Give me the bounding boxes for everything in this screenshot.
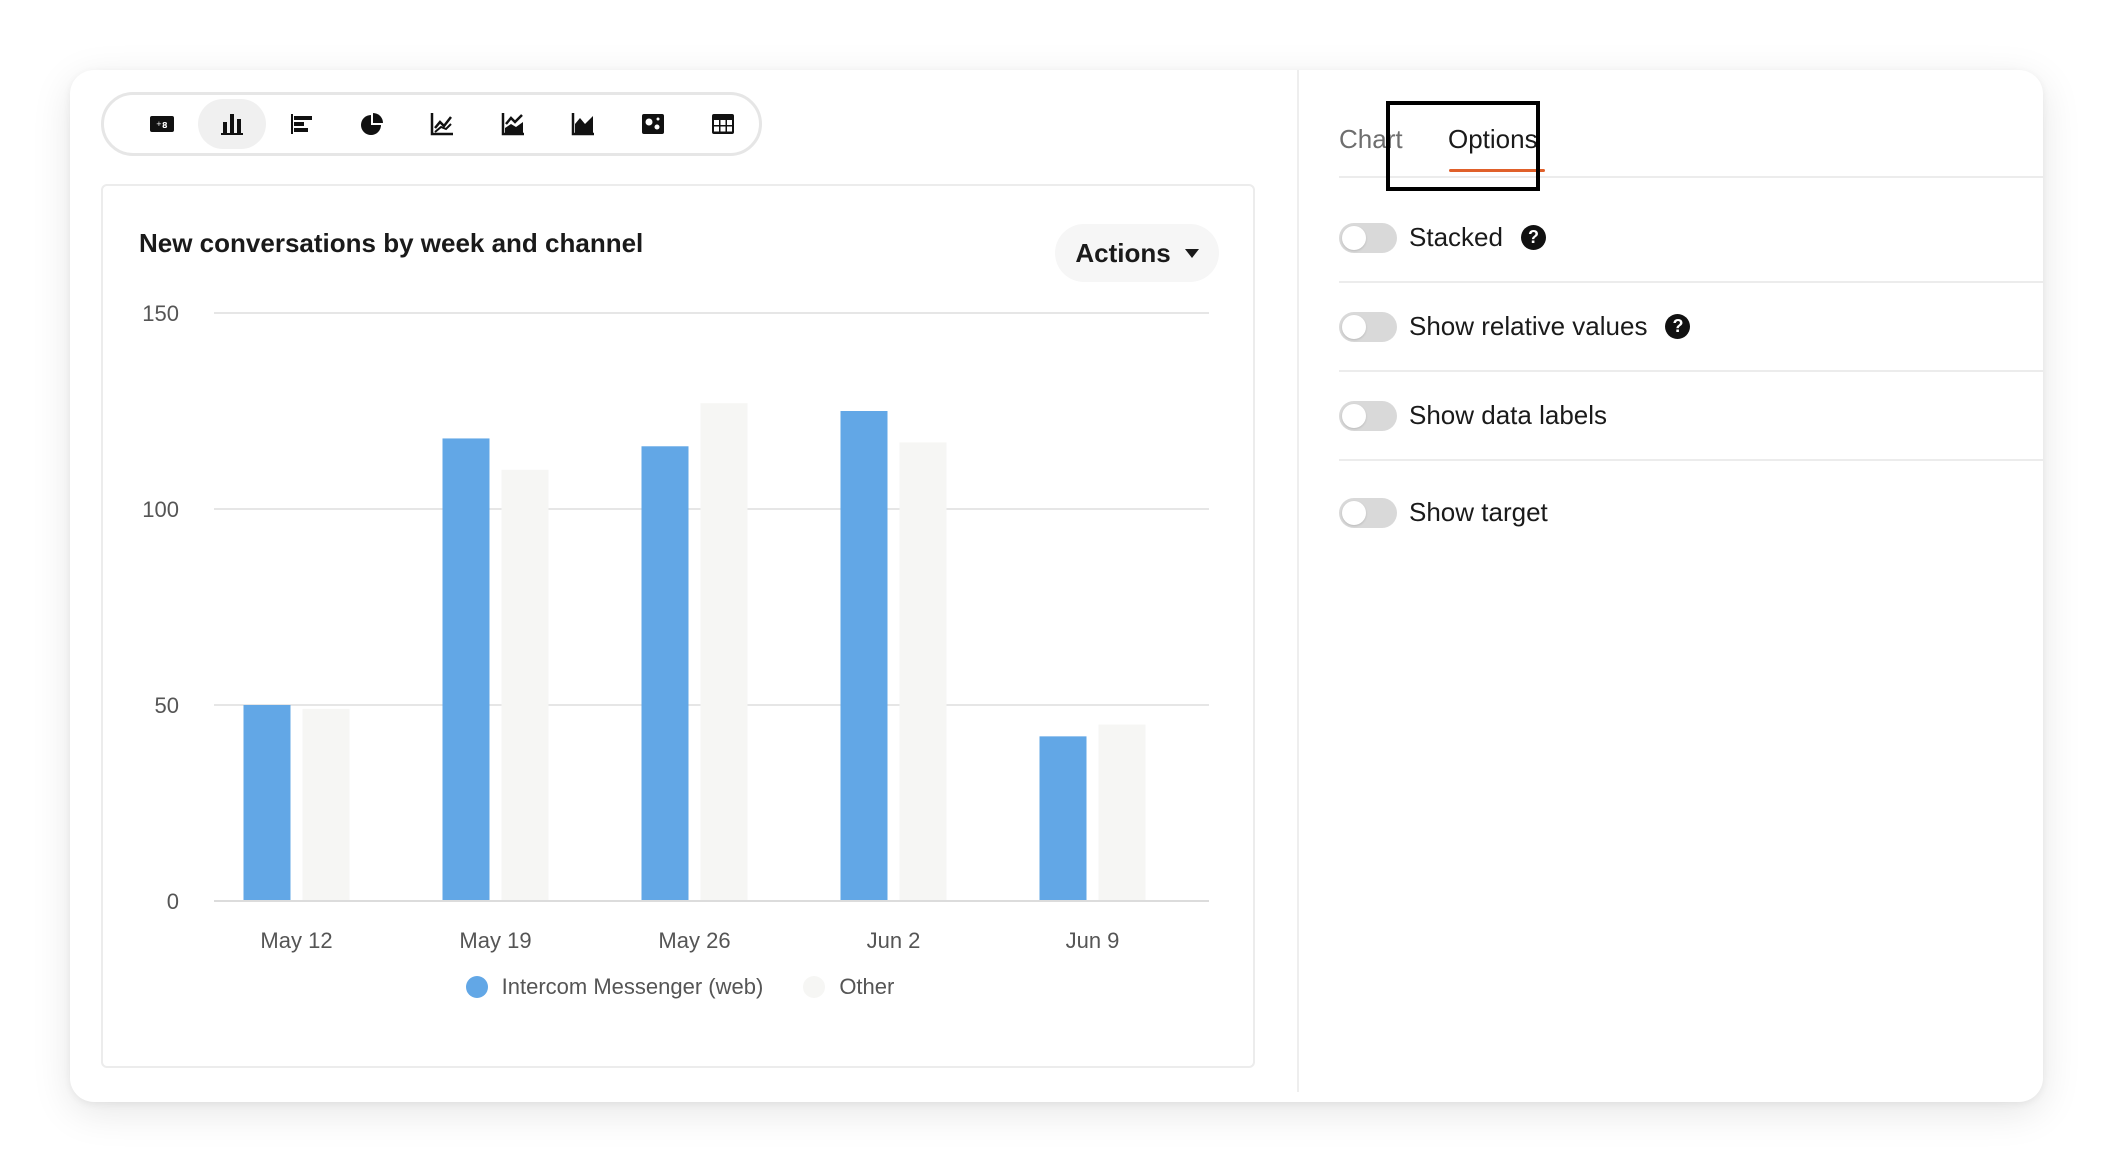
x-tick-label: Jun 2 xyxy=(867,928,921,953)
x-tick-label: Jun 9 xyxy=(1066,928,1120,953)
chart-panel: New conversations by week and channel Ac… xyxy=(101,184,1255,1068)
bar-other[interactable] xyxy=(899,442,947,901)
pie-chart-icon xyxy=(361,113,384,135)
legend-item[interactable]: Intercom Messenger (web) xyxy=(465,974,764,1000)
bar-other[interactable] xyxy=(700,403,748,901)
bar-intercom-messenger-web[interactable] xyxy=(442,438,490,901)
y-tick-label: 150 xyxy=(142,301,179,326)
toggle-knob xyxy=(1342,225,1366,250)
x-tick-label: May 19 xyxy=(459,928,531,953)
table-icon xyxy=(711,114,734,134)
chart-preview-pane: +8 New conversations by week and channel… xyxy=(70,70,1297,1102)
toggle-knob xyxy=(1342,500,1366,525)
options-tab-focus-outline xyxy=(1386,101,1540,191)
chart-editor-card: +8 New conversations by week and channel… xyxy=(70,70,2043,1102)
help-icon[interactable]: ? xyxy=(1520,225,1546,250)
toggle-knob xyxy=(1342,403,1366,428)
column-chart-icon xyxy=(221,114,244,135)
y-tick-label: 0 xyxy=(167,889,179,914)
chart-type-heatmap-button[interactable] xyxy=(619,99,687,149)
option-label: Stacked xyxy=(1409,222,1503,252)
chart-type-table-button[interactable] xyxy=(689,99,757,149)
settings-pane: Chart Options Stacked ? Show relative va… xyxy=(1299,70,2043,1102)
bar-chart: 0 50 100 150 May 12 May 19 May 26 Jun 2 Jun 9 xyxy=(142,301,1209,953)
bar-other[interactable] xyxy=(501,469,549,901)
x-tick-label: May 26 xyxy=(658,928,730,953)
bar-intercom-messenger-web[interactable] xyxy=(243,705,291,901)
legend-swatch xyxy=(465,976,488,998)
bar-intercom-messenger-web[interactable] xyxy=(1039,736,1087,901)
line-area-chart-icon xyxy=(501,113,524,136)
legend-label: Intercom Messenger (web) xyxy=(501,974,764,999)
chart-type-column-button[interactable] xyxy=(198,99,267,149)
horizontal-bar-chart-icon xyxy=(291,114,313,134)
legend-label: Other xyxy=(839,974,895,999)
legend-swatch xyxy=(803,976,826,998)
number-card-icon: +8 xyxy=(150,116,175,132)
y-tick-label: 100 xyxy=(142,497,179,522)
option-label: Show target xyxy=(1409,497,1548,527)
show-data-labels-toggle[interactable] xyxy=(1339,400,1397,431)
area-chart-icon xyxy=(571,113,594,136)
option-label: Show data labels xyxy=(1409,400,1608,430)
option-show-relative-values: Show relative values ? xyxy=(1339,283,2043,372)
option-show-data-labels: Show data labels xyxy=(1339,372,2043,461)
help-icon[interactable]: ? xyxy=(1665,314,1691,339)
y-tick-label: 50 xyxy=(155,693,179,718)
option-stacked: Stacked ? xyxy=(1339,194,2043,283)
chart-type-line-button[interactable] xyxy=(408,99,476,149)
chart-type-toolbar: +8 xyxy=(101,92,762,156)
toggle-knob xyxy=(1342,314,1366,339)
stacked-toggle[interactable] xyxy=(1339,222,1397,253)
bar-other[interactable] xyxy=(302,708,350,901)
bar-other[interactable] xyxy=(1098,724,1146,901)
show-target-toggle[interactable] xyxy=(1339,497,1397,528)
heatmap-icon xyxy=(641,114,664,134)
chart-type-number-button[interactable]: +8 xyxy=(128,99,196,149)
chart-type-bar-button[interactable] xyxy=(268,99,336,149)
svg-text:8: 8 xyxy=(162,121,168,130)
chart-legend: Intercom Messenger (web) Other xyxy=(103,974,1257,1000)
chart-type-pie-button[interactable] xyxy=(338,99,406,149)
bar-intercom-messenger-web[interactable] xyxy=(840,411,888,901)
legend-item[interactable]: Other xyxy=(803,974,894,1000)
option-label: Show relative values xyxy=(1409,311,1648,341)
option-show-target: Show target xyxy=(1339,468,2043,557)
x-tick-label: May 12 xyxy=(260,928,332,953)
bar-intercom-messenger-web[interactable] xyxy=(641,446,689,901)
chart-type-line-area-button[interactable] xyxy=(479,99,547,149)
chart-type-area-button[interactable] xyxy=(549,99,617,149)
line-chart-icon xyxy=(431,113,454,136)
show-relative-values-toggle[interactable] xyxy=(1339,311,1397,342)
